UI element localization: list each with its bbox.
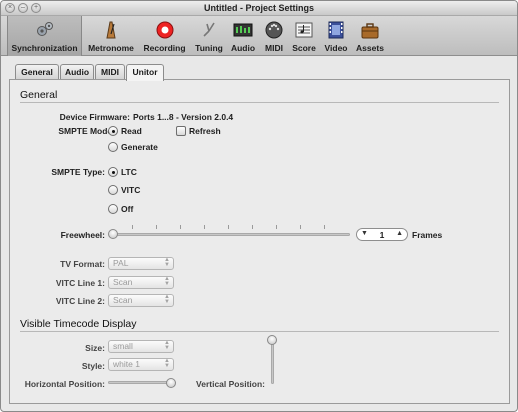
slider-tick [156, 225, 157, 229]
record-icon [156, 21, 173, 39]
popup-arrows-icon: ▲ ▼ [164, 257, 170, 268]
tab-audio[interactable]: Audio [60, 64, 94, 80]
smpte-type-vitc-label: VITC [121, 185, 141, 195]
vertical-position-slider-knob[interactable] [267, 335, 277, 345]
midi-icon [265, 21, 283, 39]
slider-tick [132, 225, 133, 229]
toolbar-midi[interactable]: MIDI [261, 16, 287, 56]
toolbar-tuning[interactable]: Tuning [191, 16, 227, 56]
settings-toolbar: Synchronization Metronome Recording Tuni… [1, 16, 517, 56]
assets-icon [361, 23, 379, 39]
tuning-fork-icon [203, 22, 215, 37]
smpte-type-ltc-label: LTC [121, 167, 137, 177]
smpte-mode-read-radio[interactable] [108, 126, 118, 136]
slider-tick [324, 225, 325, 229]
section-heading-timecode: Visible Timecode Display [20, 318, 137, 330]
smpte-type-vitc-radio[interactable] [108, 185, 118, 195]
vertical-position-label: Vertical Position: [196, 379, 265, 389]
vitc-line1-select[interactable]: Scan ▲ ▼ [108, 276, 174, 289]
tab-general[interactable]: General [15, 64, 59, 80]
freewheel-label: Freewheel: [60, 230, 105, 240]
metronome-icon [106, 21, 116, 39]
unitor-settings-panel: General Device Firmware: Ports 1...8 - V… [9, 79, 510, 404]
refresh-checkbox[interactable] [176, 126, 186, 136]
toolbar-label: MIDI [265, 43, 283, 53]
smpte-mode-generate-label: Generate [121, 142, 158, 152]
slider-tick [180, 225, 181, 229]
refresh-label: Refresh [189, 126, 221, 136]
smpte-mode-read-label: Read [121, 126, 142, 136]
freewheel-unit: Frames [412, 230, 443, 240]
tv-format-label: TV Format: [60, 259, 105, 269]
smpte-mode-generate-radio[interactable] [108, 142, 118, 152]
popup-arrows-icon: ▲ ▼ [164, 294, 170, 305]
toolbar-label: Score [292, 43, 316, 53]
toolbar-label: Assets [356, 43, 384, 53]
device-firmware-value: Ports 1...8 - Version 2.0.4 [133, 112, 234, 122]
vitc-line1-value: Scan [113, 277, 133, 287]
smpte-mode-label: SMPTE Mode: [58, 126, 115, 136]
section-divider [20, 102, 499, 103]
tv-format-select[interactable]: PAL ▲ ▼ [108, 257, 174, 270]
style-value: white 1 [113, 359, 140, 369]
size-label: Size: [85, 343, 105, 353]
increment-icon[interactable]: ▲ [396, 230, 403, 237]
smpte-type-label: SMPTE Type: [51, 167, 105, 177]
freewheel-slider-knob[interactable] [108, 229, 118, 239]
slider-tick [228, 225, 229, 229]
slider-tick [204, 225, 205, 229]
toolbar-label: Metronome [88, 43, 134, 53]
popup-arrows-icon: ▲ ▼ [164, 340, 170, 351]
toolbar-video[interactable]: Video [321, 16, 351, 56]
tv-format-value: PAL [113, 258, 129, 268]
popup-arrows-icon: ▲ ▼ [164, 358, 170, 369]
style-label: Style: [81, 361, 105, 371]
freewheel-stepper[interactable]: ▼ 1 ▲ [356, 228, 408, 241]
tab-unitor[interactable]: Unitor [126, 64, 164, 81]
synchronization-icon [36, 22, 53, 36]
smpte-type-off-radio[interactable] [108, 204, 118, 214]
style-select[interactable]: white 1 ▲ ▼ [108, 358, 174, 371]
video-icon [328, 21, 344, 39]
size-select[interactable]: small ▲ ▼ [108, 340, 174, 353]
toolbar-recording[interactable]: Recording [140, 16, 189, 56]
title-bar: × – + Untitled - Project Settings [1, 1, 517, 16]
horizontal-position-slider-knob[interactable] [166, 378, 176, 388]
horizontal-position-slider-track[interactable] [108, 381, 174, 384]
toolbar-label: Audio [230, 43, 256, 53]
size-value: small [113, 341, 133, 351]
horizontal-position-label: Horizontal Position: [24, 379, 105, 389]
toolbar-assets[interactable]: Assets [353, 16, 387, 56]
section-heading-general: General [20, 89, 58, 101]
smpte-type-ltc-radio[interactable] [108, 167, 118, 177]
toolbar-label: Synchronization [11, 43, 78, 53]
toolbar-label: Tuning [195, 43, 223, 53]
tab-midi[interactable]: MIDI [95, 64, 125, 80]
vitc-line2-value: Scan [113, 295, 133, 305]
slider-tick [300, 225, 301, 229]
vitc-line2-label: VITC Line 2: [55, 296, 105, 306]
project-settings-window: × – + Untitled - Project Settings Synchr… [0, 0, 518, 412]
section-divider [20, 331, 499, 332]
toolbar-metronome[interactable]: Metronome [84, 16, 138, 56]
score-icon [295, 22, 313, 38]
toolbar-label: Recording [143, 43, 186, 53]
smpte-type-off-label: Off [121, 204, 134, 214]
toolbar-synchronization[interactable]: Synchronization [7, 16, 82, 56]
toolbar-score[interactable]: Score [291, 16, 317, 56]
slider-tick [252, 225, 253, 229]
toolbar-label: Video [324, 43, 348, 53]
vitc-line2-select[interactable]: Scan ▲ ▼ [108, 294, 174, 307]
vitc-line1-label: VITC Line 1: [55, 278, 105, 288]
slider-tick [276, 225, 277, 229]
device-firmware-label: Device Firmware: [59, 112, 130, 122]
popup-arrows-icon: ▲ ▼ [164, 276, 170, 287]
toolbar-audio[interactable]: Audio [229, 16, 257, 56]
freewheel-slider-track[interactable] [110, 233, 350, 236]
audio-icon [233, 23, 253, 37]
window-title: Untitled - Project Settings [203, 3, 314, 13]
